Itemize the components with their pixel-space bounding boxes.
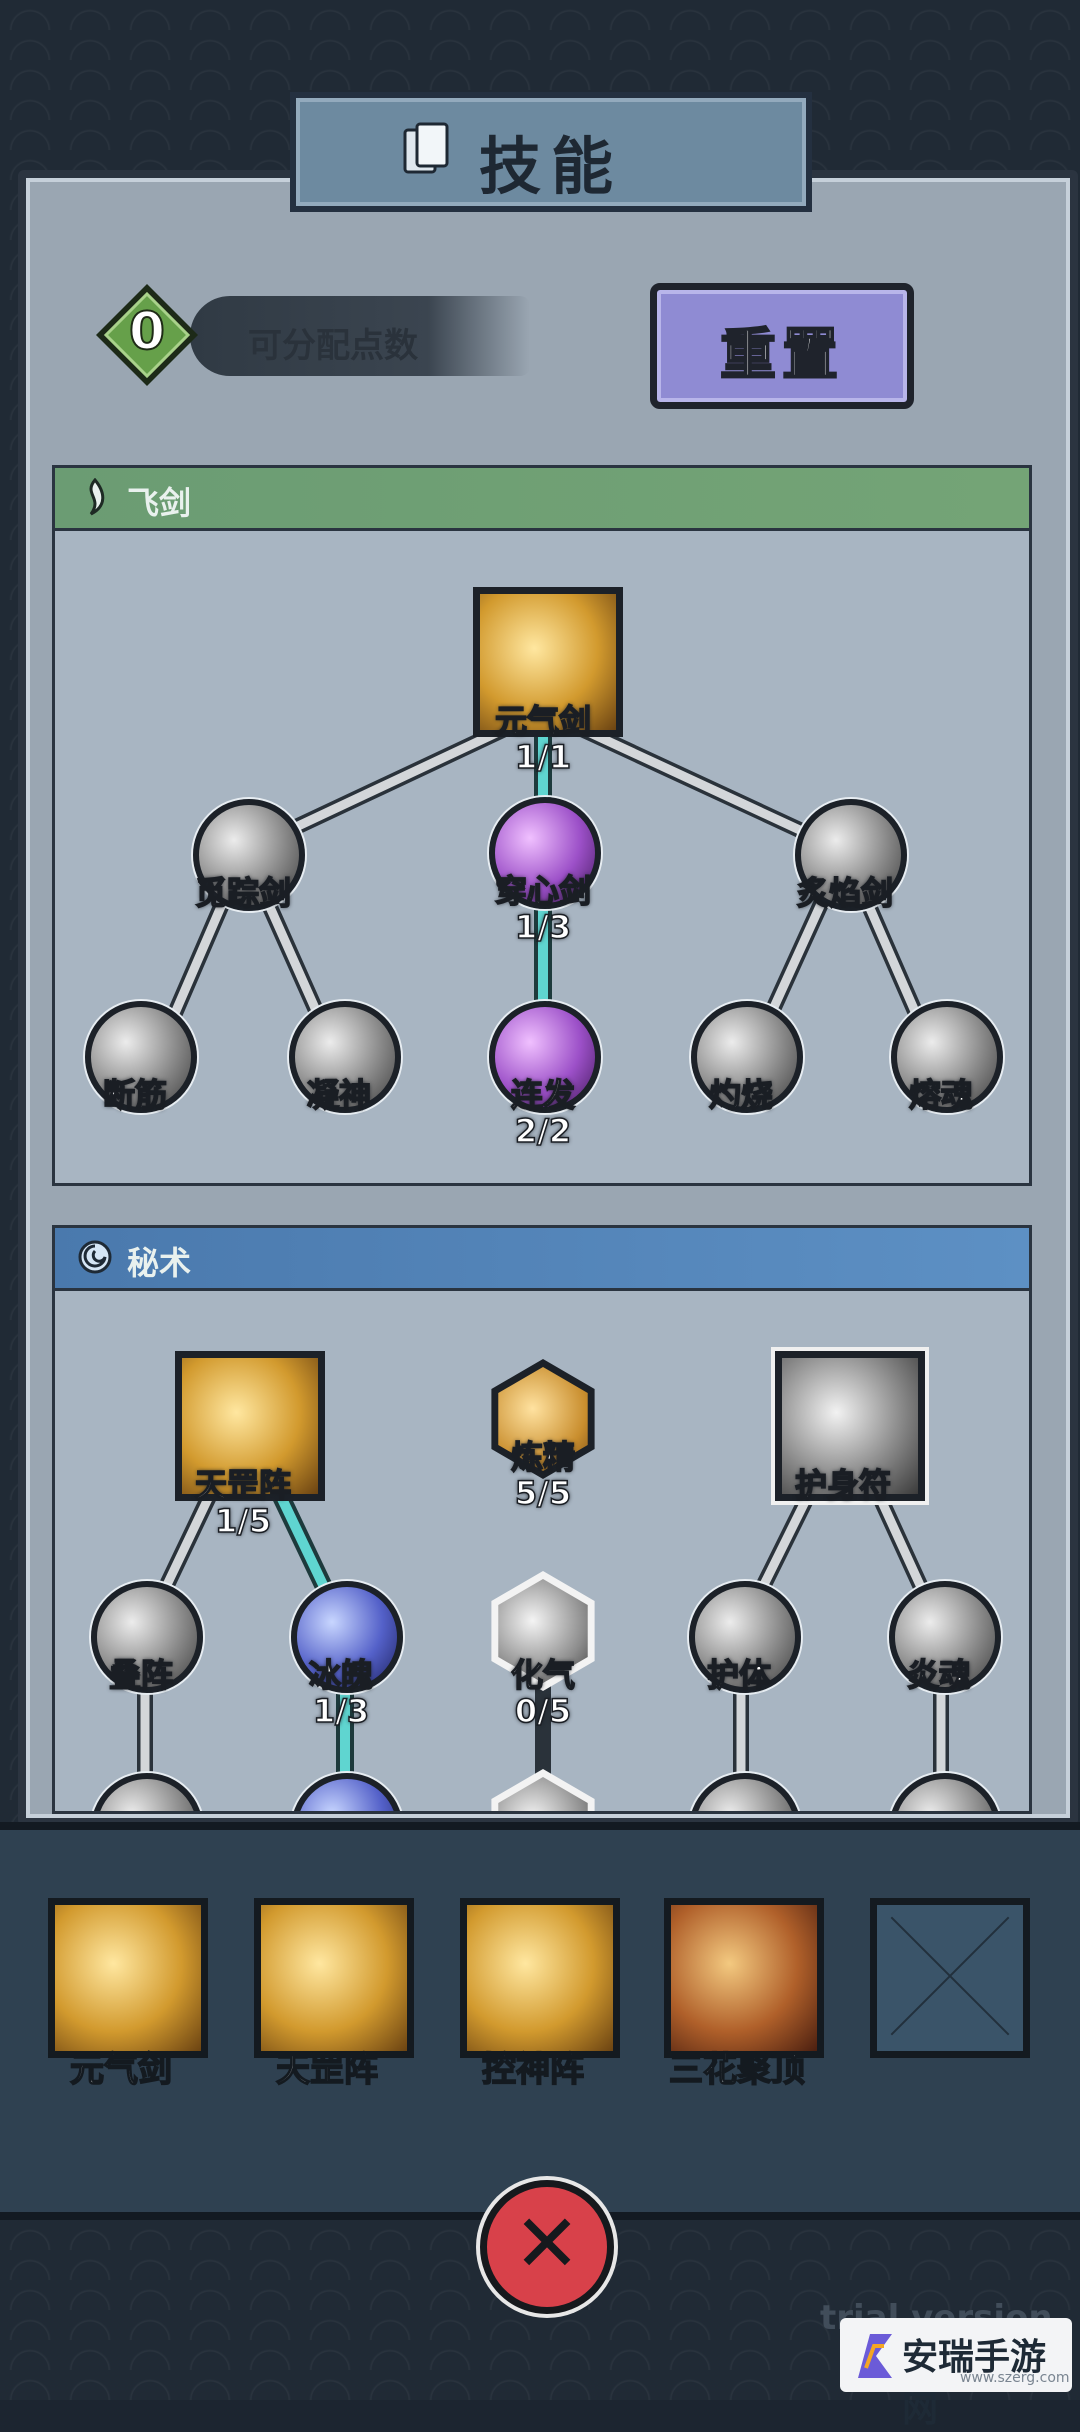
skill-name: 冰魄: [308, 1656, 374, 1694]
equipped-slot-4[interactable]: [664, 1898, 824, 2058]
equipped-slot-label: 三花聚顶: [668, 2049, 806, 2091]
skill-name: 灼烧: [708, 1076, 774, 1114]
equipped-slot-3[interactable]: [460, 1898, 620, 2058]
skill-name: 元气剑: [494, 702, 592, 740]
watermark-url: www.szerg.com: [960, 2370, 1070, 2386]
sword-flame-icon: [89, 478, 105, 516]
skill-level: 1/1: [514, 738, 572, 776]
close-icon: ✕: [513, 2197, 581, 2290]
skill-name: 觅踪剑: [194, 874, 292, 912]
skill-name: 叠阵: [108, 1656, 174, 1694]
skill-level: 1/3: [312, 1692, 370, 1730]
equipped-slot-1[interactable]: [48, 1898, 208, 2058]
skill-name: 炙焰剑: [796, 874, 894, 912]
equipped-slot-label: 控神阵: [481, 2049, 585, 2091]
skill-level: 2/2: [514, 1112, 572, 1150]
watermark: 安瑞手游网 www.szerg.com: [840, 2318, 1072, 2430]
title-plate: 技能: [290, 92, 812, 212]
section-header-sword[interactable]: 飞剑: [52, 465, 1032, 531]
skill-name: 凝神: [306, 1076, 372, 1114]
equipped-slot-label: 天罡阵: [275, 2049, 379, 2091]
arcane-skill-tree: 天罡阵 1/5 炼精 5/5 护身符 叠阵 冰魄 1/3 化气 0/5 护体 炎…: [52, 1288, 1032, 1814]
skill-name: 天罡阵: [194, 1466, 292, 1504]
sword-skill-tree: 元气剑 1/1 觅踪剑 穿心剑 1/3 炙焰剑 断筋 凝神 连发 2/2 灼烧 …: [52, 528, 1032, 1186]
skill-name: 护体: [706, 1656, 772, 1694]
skill-name: 穿心剑: [494, 872, 592, 910]
skill-name: 连发: [510, 1076, 576, 1114]
skill-name: 断筋: [102, 1076, 168, 1114]
points-label: 可分配点数: [248, 326, 418, 366]
skill-level: 5/5: [514, 1474, 572, 1512]
site-logo-icon: [858, 2334, 892, 2378]
section-label-arcane: 秘术: [127, 1244, 192, 1282]
skill-level: 1/3: [514, 908, 572, 946]
skill-name: 化气: [510, 1656, 576, 1694]
section-header-arcane[interactable]: 秘术: [52, 1225, 1032, 1291]
equipped-slot-empty[interactable]: [870, 1898, 1030, 2058]
equipped-slot-2[interactable]: [254, 1898, 414, 2058]
page-title: 技能: [478, 130, 623, 203]
skill-name: 熔魂: [908, 1076, 974, 1114]
reset-button[interactable]: 重置: [650, 283, 914, 409]
points-value: 0: [128, 301, 166, 363]
equipped-skills-bar: 元气剑 天罡阵 控神阵 三花聚顶: [0, 1822, 1080, 2220]
close-button[interactable]: ✕: [480, 2180, 614, 2314]
skill-name: 护身符: [794, 1466, 892, 1504]
skill-level: 1/5: [214, 1502, 272, 1540]
skill-name: 炎魂: [906, 1656, 972, 1694]
skill-name: 炼精: [510, 1438, 576, 1476]
reset-label: 重置: [719, 322, 844, 389]
equipped-slot-label: 元气剑: [69, 2049, 173, 2091]
swirl-icon: [78, 1240, 112, 1274]
skill-level: 0/5: [514, 1692, 572, 1730]
points-badge: 0: [92, 280, 202, 390]
section-label-sword: 飞剑: [127, 484, 192, 522]
